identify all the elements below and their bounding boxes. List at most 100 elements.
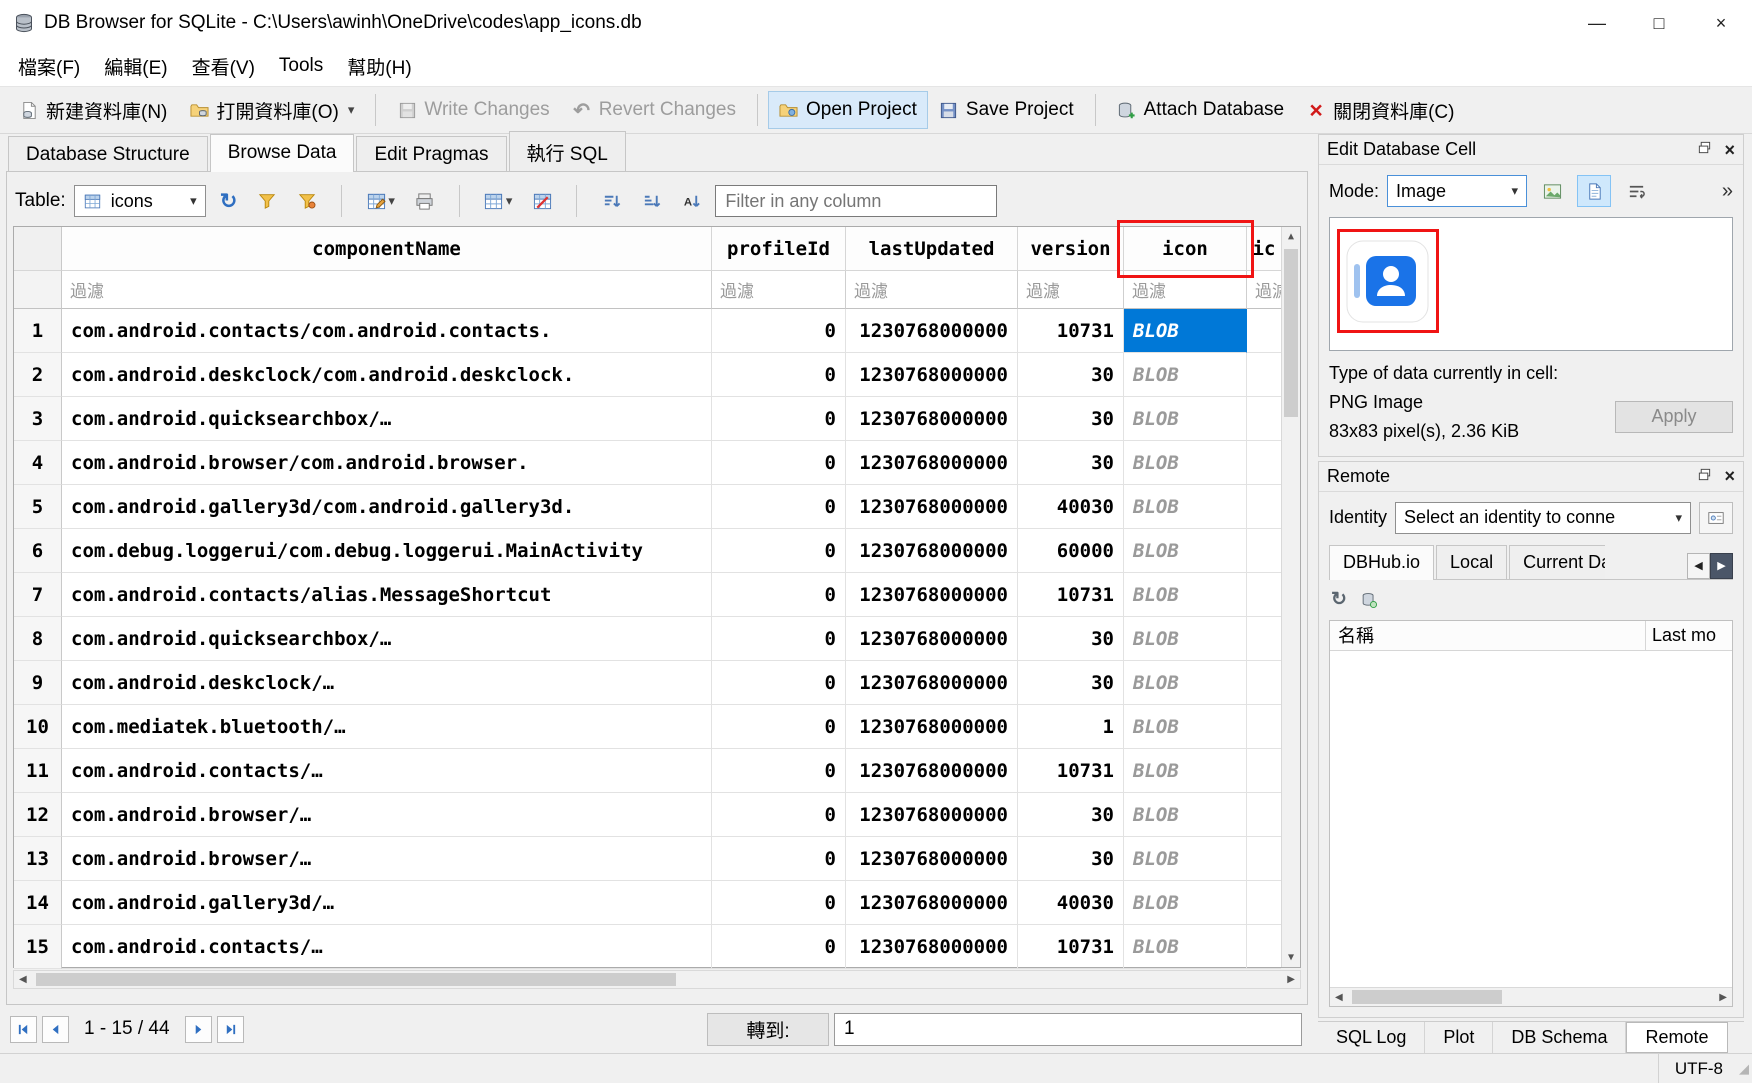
cell-lastupdated[interactable]: 1230768000000 bbox=[846, 793, 1018, 837]
row-number-cell[interactable]: 12 bbox=[14, 793, 62, 837]
attach-database-button[interactable]: Attach Database bbox=[1106, 91, 1295, 129]
cell-clipped[interactable] bbox=[1247, 529, 1281, 573]
cell-componentname[interactable]: com.android.deskclock/… bbox=[62, 661, 712, 705]
cell-componentname[interactable]: com.android.browser/… bbox=[62, 793, 712, 837]
print-button[interactable] bbox=[409, 184, 441, 218]
filter-clipped[interactable]: 過濾 bbox=[1247, 271, 1281, 309]
column-header-profileid[interactable]: profileId bbox=[712, 227, 846, 271]
row-number-cell[interactable]: 11 bbox=[14, 749, 62, 793]
float-panel-icon[interactable] bbox=[1697, 139, 1712, 160]
menu-edit[interactable]: 編輯(E) bbox=[92, 48, 179, 85]
cell-version[interactable]: 30 bbox=[1018, 441, 1124, 485]
cell-clipped[interactable] bbox=[1247, 925, 1281, 969]
last-record-button[interactable] bbox=[217, 1016, 244, 1043]
cell-version[interactable]: 10731 bbox=[1018, 309, 1124, 353]
cell-clipped[interactable] bbox=[1247, 397, 1281, 441]
cell-profileid[interactable]: 0 bbox=[712, 441, 846, 485]
cell-componentname[interactable]: com.android.contacts/… bbox=[62, 749, 712, 793]
cell-version[interactable]: 30 bbox=[1018, 837, 1124, 881]
import-data-button[interactable] bbox=[1535, 175, 1569, 207]
cell-clipped[interactable] bbox=[1247, 441, 1281, 485]
cell-version[interactable]: 60000 bbox=[1018, 529, 1124, 573]
cell-profileid[interactable]: 0 bbox=[712, 529, 846, 573]
open-database-button[interactable]: 打開資料庫(O) ▾ bbox=[178, 89, 365, 132]
overflow-chevron-icon[interactable]: » bbox=[1722, 180, 1733, 203]
sort-az-button[interactable]: A bbox=[675, 184, 707, 218]
row-number-cell[interactable]: 8 bbox=[14, 617, 62, 661]
cell-profileid[interactable]: 0 bbox=[712, 925, 846, 969]
cell-componentname[interactable]: com.android.deskclock/com.android.deskcl… bbox=[62, 353, 712, 397]
cell-version[interactable]: 10731 bbox=[1018, 573, 1124, 617]
save-filter-button[interactable] bbox=[291, 184, 323, 218]
save-project-button[interactable]: Save Project bbox=[928, 91, 1085, 129]
cell-profileid[interactable]: 0 bbox=[712, 705, 846, 749]
cell-clipped[interactable] bbox=[1247, 617, 1281, 661]
cell-clipped[interactable] bbox=[1247, 793, 1281, 837]
cell-componentname[interactable]: com.android.quicksearchbox/… bbox=[62, 397, 712, 441]
filter-profileid[interactable]: 過濾 bbox=[712, 271, 846, 309]
identity-settings-button[interactable] bbox=[1699, 502, 1733, 534]
remote-list-header-lastmodified[interactable]: Last mo bbox=[1646, 621, 1732, 650]
dock-tab-sql-log[interactable]: SQL Log bbox=[1318, 1022, 1425, 1053]
scroll-up-icon[interactable]: ▲ bbox=[1288, 231, 1294, 242]
clone-database-icon[interactable] bbox=[1359, 590, 1379, 610]
scroll-left-icon[interactable]: ◀ bbox=[19, 974, 27, 985]
cell-icon-blob[interactable]: BLOB bbox=[1124, 309, 1247, 353]
cell-clipped[interactable] bbox=[1247, 661, 1281, 705]
scroll-right-icon[interactable]: ▶ bbox=[1719, 992, 1727, 1003]
cell-lastupdated[interactable]: 1230768000000 bbox=[846, 441, 1018, 485]
cell-clipped[interactable] bbox=[1247, 705, 1281, 749]
goto-button[interactable]: 轉到: bbox=[707, 1013, 829, 1046]
filter-lastupdated[interactable]: 過濾 bbox=[846, 271, 1018, 309]
cell-componentname[interactable]: com.mediatek.bluetooth/… bbox=[62, 705, 712, 749]
dock-tab-db-schema[interactable]: DB Schema bbox=[1493, 1022, 1626, 1053]
column-header-icon[interactable]: icon bbox=[1124, 227, 1247, 271]
cell-componentname[interactable]: com.android.browser/… bbox=[62, 837, 712, 881]
cell-version[interactable]: 30 bbox=[1018, 353, 1124, 397]
cell-icon-blob[interactable]: BLOB bbox=[1124, 881, 1247, 925]
remote-list-body[interactable] bbox=[1330, 651, 1732, 987]
scroll-down-icon[interactable]: ▼ bbox=[1288, 952, 1294, 963]
row-number-cell[interactable]: 15 bbox=[14, 925, 62, 969]
cell-icon-blob[interactable]: BLOB bbox=[1124, 441, 1247, 485]
remote-tab-local[interactable]: Local bbox=[1436, 545, 1507, 579]
vertical-scroll-thumb[interactable] bbox=[1284, 249, 1298, 417]
word-wrap-button[interactable] bbox=[1619, 175, 1653, 207]
cell-profileid[interactable]: 0 bbox=[712, 353, 846, 397]
open-database-dropdown-icon[interactable]: ▾ bbox=[348, 102, 355, 118]
cell-lastupdated[interactable]: 1230768000000 bbox=[846, 881, 1018, 925]
table-select[interactable]: icons ▾ bbox=[74, 185, 206, 217]
corner-header-cell[interactable] bbox=[14, 227, 62, 271]
cell-icon-blob[interactable]: BLOB bbox=[1124, 925, 1247, 969]
column-header-version[interactable]: version bbox=[1018, 227, 1124, 271]
tab-edit-pragmas[interactable]: Edit Pragmas bbox=[356, 136, 506, 172]
row-number-cell[interactable]: 2 bbox=[14, 353, 62, 397]
cell-profileid[interactable]: 0 bbox=[712, 793, 846, 837]
refresh-button[interactable]: ↻ bbox=[214, 184, 244, 218]
cell-componentname[interactable]: com.android.gallery3d/… bbox=[62, 881, 712, 925]
remote-tab-current-database[interactable]: Current Dat bbox=[1509, 545, 1605, 579]
remote-list-header-name[interactable]: 名稱 bbox=[1330, 621, 1646, 650]
previous-record-button[interactable] bbox=[42, 1016, 69, 1043]
filter-componentname[interactable]: 過濾 bbox=[62, 271, 712, 309]
row-number-cell[interactable]: 4 bbox=[14, 441, 62, 485]
cell-icon-blob[interactable]: BLOB bbox=[1124, 617, 1247, 661]
menu-tools[interactable]: Tools bbox=[267, 50, 335, 82]
row-number-cell[interactable]: 3 bbox=[14, 397, 62, 441]
scroll-right-icon[interactable]: ▶ bbox=[1287, 974, 1295, 985]
cell-clipped[interactable] bbox=[1247, 837, 1281, 881]
edit-record-button[interactable]: ▾ bbox=[360, 184, 401, 218]
horizontal-scroll-thumb[interactable] bbox=[36, 973, 676, 986]
cell-icon-blob[interactable]: BLOB bbox=[1124, 353, 1247, 397]
row-number-cell[interactable]: 10 bbox=[14, 705, 62, 749]
maximize-button[interactable]: □ bbox=[1628, 0, 1690, 46]
cell-icon-blob[interactable]: BLOB bbox=[1124, 661, 1247, 705]
cell-componentname[interactable]: com.android.gallery3d/com.android.galler… bbox=[62, 485, 712, 529]
cell-clipped[interactable] bbox=[1247, 309, 1281, 353]
minimize-button[interactable]: — bbox=[1566, 0, 1628, 46]
column-header-lastupdated[interactable]: lastUpdated bbox=[846, 227, 1018, 271]
cell-icon-blob[interactable]: BLOB bbox=[1124, 749, 1247, 793]
remote-scroll-thumb[interactable] bbox=[1352, 990, 1502, 1004]
cell-lastupdated[interactable]: 1230768000000 bbox=[846, 529, 1018, 573]
row-number-cell[interactable]: 5 bbox=[14, 485, 62, 529]
